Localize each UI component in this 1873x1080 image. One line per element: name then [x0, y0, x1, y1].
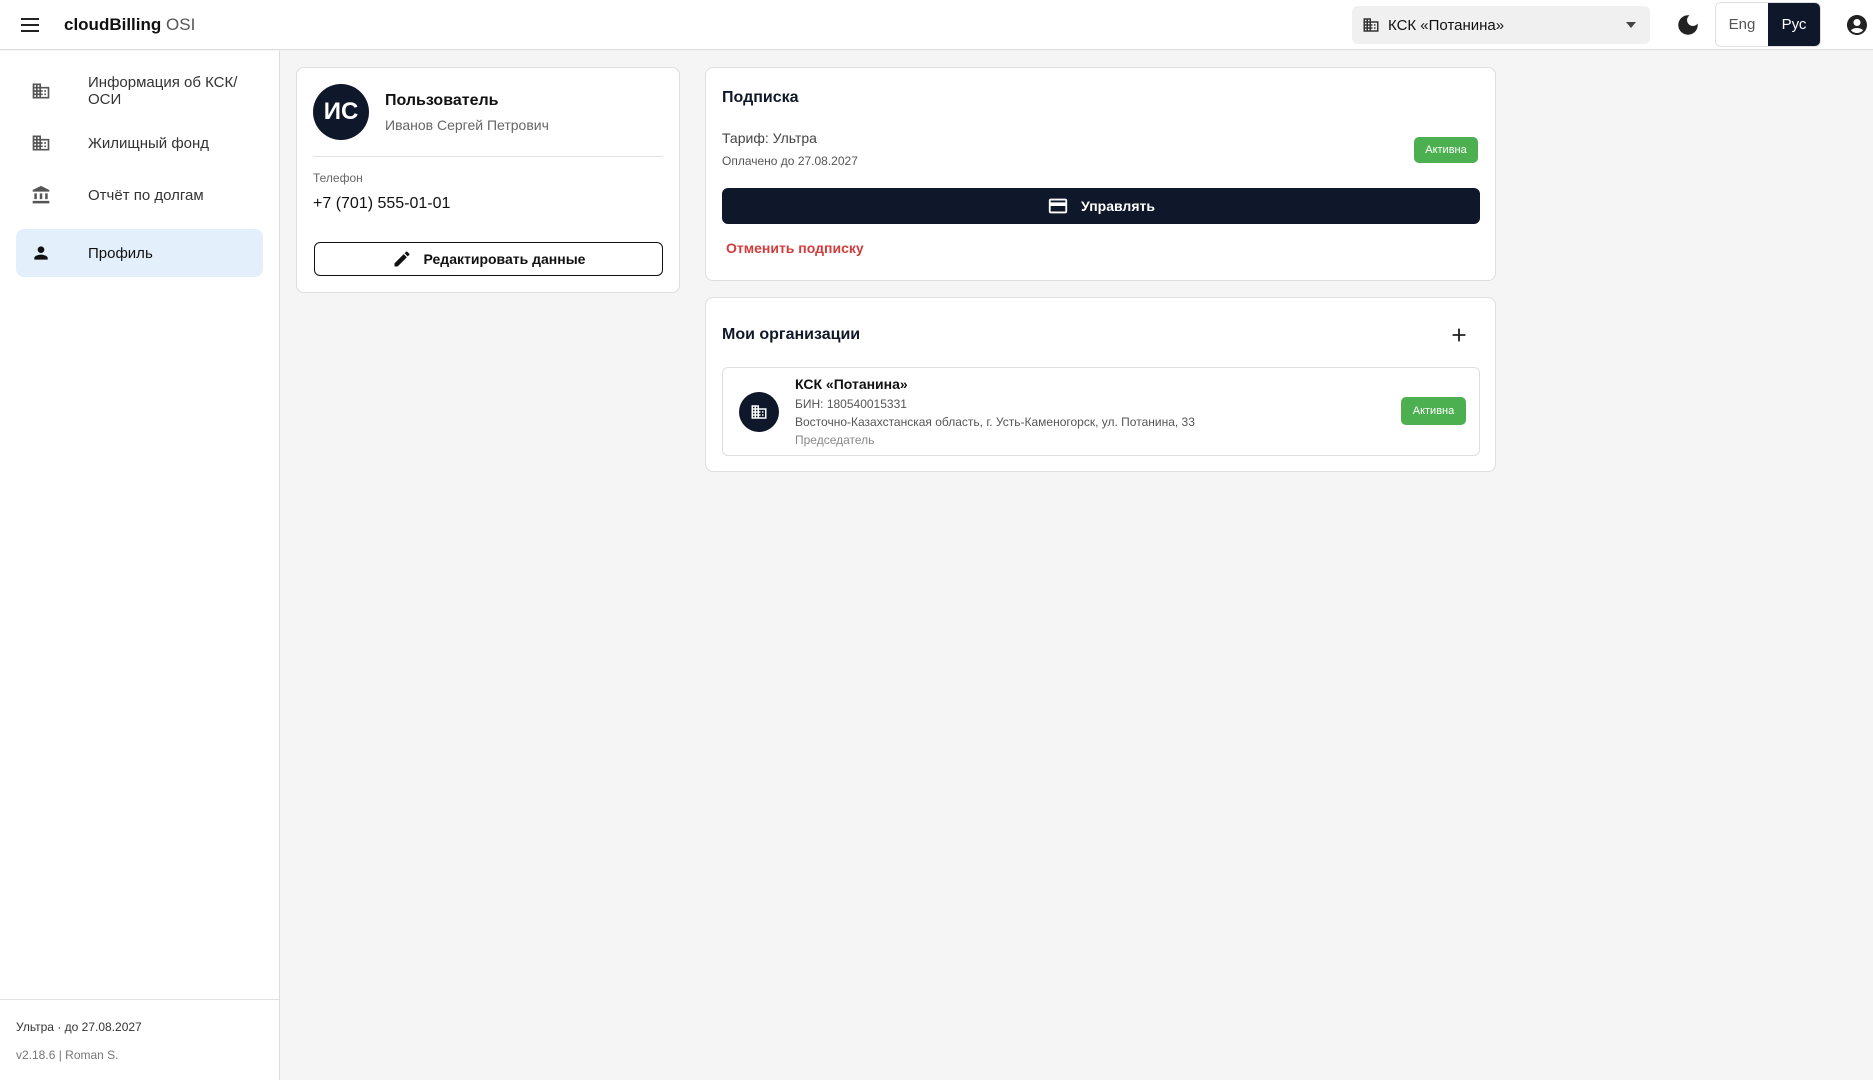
subscription-card: Подписка Тариф: Ультра Оплачено до 27.08… [705, 67, 1496, 281]
organization-bin: БИН: 180540015331 [795, 397, 907, 411]
sidebar-item-label: Жилищный фонд [88, 135, 210, 152]
sidebar-item-label: Профиль [88, 245, 153, 262]
manage-subscription-label: Управлять [1081, 198, 1155, 214]
organizations-card: Мои организации КСК «Потанина» БИН: 1805… [705, 297, 1496, 472]
organization-list-item[interactable]: КСК «Потанина» БИН: 180540015331 Восточн… [722, 367, 1480, 456]
credit-card-icon [1047, 195, 1069, 217]
status-badge: Активна [1401, 397, 1466, 425]
account-icon[interactable] [1845, 13, 1869, 37]
building-icon [30, 80, 52, 102]
building-icon [739, 392, 779, 432]
organization-name: КСК «Потанина» [795, 376, 908, 392]
sidebar-item-label: Отчёт по долгам [88, 187, 204, 204]
subscription-title: Подписка [722, 89, 799, 106]
person-icon [30, 242, 52, 264]
pencil-icon [392, 249, 412, 269]
plan-info: Ультра · до 27.08.2027 [16, 1020, 142, 1034]
profile-card: ИС Пользователь Иванов Сергей Петрович Т… [296, 67, 680, 293]
dark-mode-icon[interactable] [1675, 12, 1701, 38]
building-icon [1360, 14, 1382, 36]
version-info: v2.18.6 | Roman S. [16, 1048, 119, 1062]
lang-eng-button[interactable]: Eng [1716, 3, 1768, 46]
manage-subscription-button[interactable]: Управлять [722, 188, 1480, 224]
organization-address: Восточно-Казахстанская область, г. Усть-… [795, 415, 1195, 429]
phone-value: +7 (701) 555-01-01 [313, 195, 451, 212]
org-selector-label: КСК «Потанина» [1388, 16, 1505, 34]
sidebar-footer: Ультра · до 27.08.2027 v2.18.6 | Roman S… [0, 999, 279, 1080]
cancel-subscription-link[interactable]: Отменить подписку [726, 240, 864, 256]
add-organization-button[interactable] [1447, 323, 1471, 347]
sidebar: Информация об КСК/ ОСИ Жилищный фонд Отч… [0, 51, 280, 1080]
sidebar-item-label: Информация об КСК/ ОСИ [88, 74, 238, 108]
divider [313, 156, 663, 157]
language-switcher: Eng Рус [1715, 2, 1821, 47]
tariff-text: Тариф: Ультра [722, 130, 817, 146]
app-title: cloudBilling OSI [64, 15, 196, 34]
sidebar-item-debt-report[interactable]: Отчёт по долгам [16, 173, 263, 217]
sidebar-item-housing[interactable]: Жилищный фонд [16, 121, 263, 165]
building-icon [30, 132, 52, 154]
organizations-title: Мои организации [722, 326, 861, 343]
plus-icon [1452, 328, 1466, 342]
edit-profile-label: Редактировать данные [423, 251, 586, 267]
top-bar: cloudBilling OSI КСК «Потанина» Eng Рус [0, 0, 1873, 50]
menu-icon[interactable] [18, 13, 42, 37]
org-selector[interactable]: КСК «Потанина» [1352, 6, 1650, 44]
sidebar-item-org-info[interactable]: Информация об КСК/ ОСИ [16, 68, 263, 114]
bank-icon [30, 184, 52, 206]
organization-role: Председатель [795, 433, 875, 447]
lang-rus-button[interactable]: Рус [1768, 3, 1820, 46]
status-badge: Активна [1414, 137, 1478, 163]
edit-profile-button[interactable]: Редактировать данные [314, 242, 663, 276]
chevron-down-icon [1626, 22, 1636, 28]
sidebar-item-profile[interactable]: Профиль [16, 229, 263, 277]
profile-name: Иванов Сергей Петрович [385, 117, 549, 133]
paid-until-text: Оплачено до 27.08.2027 [722, 154, 858, 168]
avatar: ИС [313, 84, 369, 140]
phone-label: Телефон [313, 171, 363, 185]
profile-role: Пользователь [385, 92, 499, 109]
